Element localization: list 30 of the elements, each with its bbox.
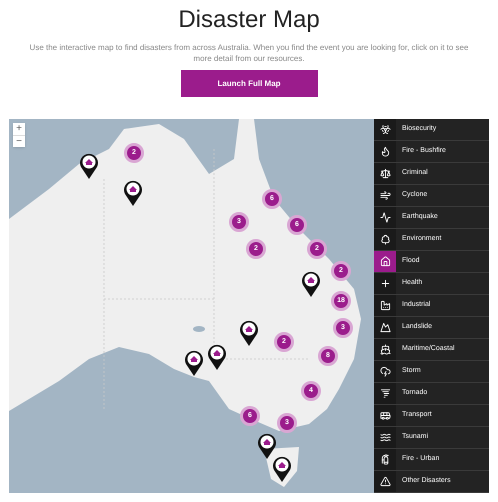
- ship-icon: [380, 344, 390, 355]
- description-text: Use the interactive map to find disasters from across Australia. When you find the event you are looking for, click on it to see more detail from our resources.: [28, 42, 470, 64]
- house-icon: [380, 256, 390, 267]
- map-pin-icon[interactable]: [79, 152, 99, 180]
- tornado-icon: [380, 388, 390, 399]
- map-pin-icon[interactable]: [184, 349, 204, 377]
- map-pin-icon[interactable]: [272, 455, 292, 483]
- tree-icon: [380, 234, 390, 245]
- biohazard-icon: [380, 124, 390, 135]
- storm-cloud-icon: [380, 366, 390, 377]
- map-pin-icon[interactable]: [301, 270, 321, 298]
- cross-icon: [380, 278, 390, 289]
- map-pin-icon[interactable]: [207, 343, 227, 371]
- pulse-icon: [380, 212, 390, 223]
- zoom-in-button[interactable]: +: [13, 123, 25, 135]
- fire-extinguisher-icon: [380, 454, 390, 465]
- waves-icon: [380, 432, 390, 443]
- bus-icon: [380, 410, 390, 421]
- page-title: Disaster Map: [178, 6, 320, 34]
- factory-icon: [380, 300, 390, 311]
- mountain-icon: [380, 322, 390, 333]
- flame-icon: [380, 146, 390, 157]
- scales-icon: [380, 168, 390, 179]
- map-pin-icon[interactable]: [123, 179, 143, 207]
- wind-icon: [380, 190, 390, 201]
- zoom-out-button[interactable]: −: [13, 135, 25, 147]
- map-pin-icon[interactable]: [239, 319, 259, 347]
- map-pin-icon[interactable]: [257, 432, 277, 460]
- launch-map-button[interactable]: Launch Full Map: [180, 70, 318, 97]
- warning-icon: [380, 476, 390, 487]
